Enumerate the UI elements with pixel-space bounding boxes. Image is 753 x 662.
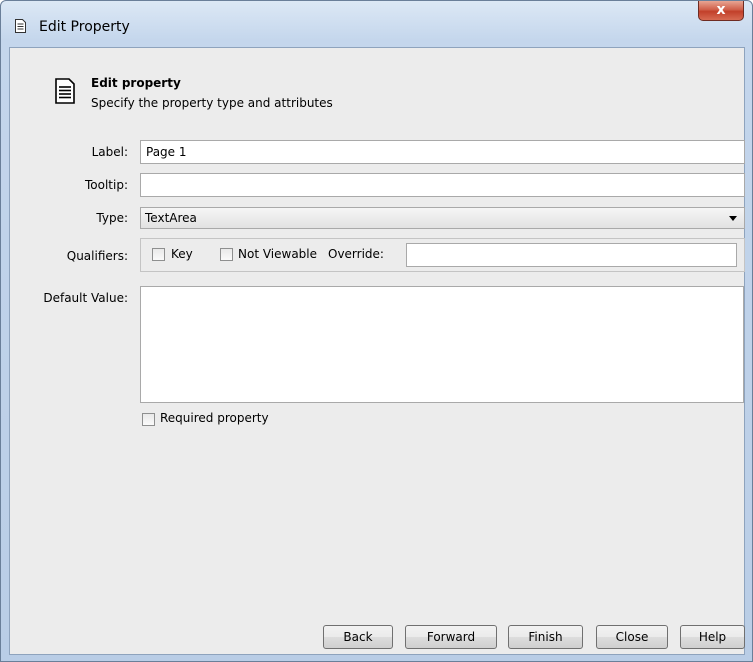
document-icon [55,78,75,104]
close-button[interactable]: Close [596,625,668,649]
type-field-label: Type: [96,211,128,225]
key-checkbox[interactable] [152,248,165,261]
document-icon [15,19,26,33]
chevron-down-icon [729,216,737,221]
label-field-label: Label: [91,145,128,159]
tooltip-input[interactable] [140,173,745,197]
edit-property-window: Edit Property x Edit property Specify th… [0,0,753,662]
close-icon: x [716,2,726,18]
qualifiers-label: Qualifiers: [66,249,128,263]
default-value-label: Default Value: [43,291,128,305]
tooltip-field-label: Tooltip: [84,178,128,192]
header-title: Edit property [91,76,181,90]
type-select[interactable]: TextArea [140,207,745,229]
required-property-label: Required property [160,411,269,425]
forward-button[interactable]: Forward [405,625,497,649]
required-property-checkbox[interactable] [142,413,155,426]
type-select-value: TextArea [145,211,197,225]
label-input[interactable]: Page 1 [140,140,745,164]
not-viewable-checkbox[interactable] [220,248,233,261]
qualifiers-panel: Key Not Viewable Override: [140,238,745,272]
override-input[interactable] [406,243,737,267]
back-button[interactable]: Back [323,625,393,649]
override-label: Override: [328,247,384,261]
window-title: Edit Property [39,19,130,35]
help-button[interactable]: Help [680,625,745,649]
dialog-content: Edit property Specify the property type … [9,47,745,655]
key-checkbox-label: Key [171,247,193,261]
header-subtitle: Specify the property type and attributes [91,96,333,110]
window-close-button[interactable]: x [698,1,744,21]
finish-button[interactable]: Finish [508,625,583,649]
title-bar[interactable]: Edit Property x [1,1,752,47]
default-value-textarea[interactable] [140,286,744,403]
not-viewable-checkbox-label: Not Viewable [238,247,318,261]
